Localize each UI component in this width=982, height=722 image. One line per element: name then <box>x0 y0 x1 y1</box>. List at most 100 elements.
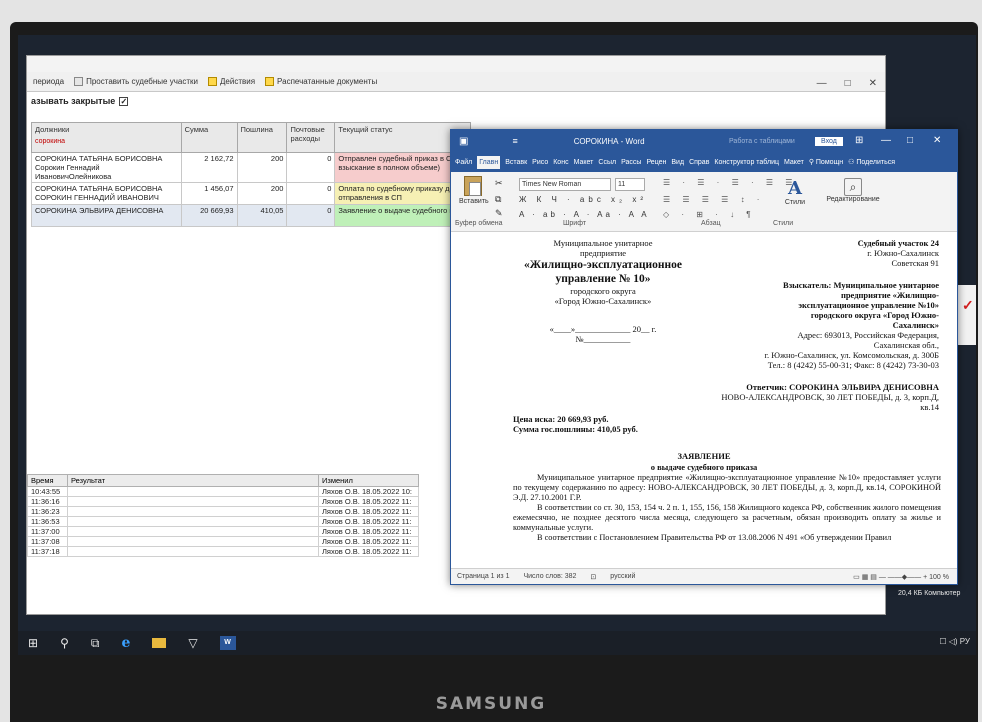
close-button[interactable]: ✕ <box>869 78 877 89</box>
word-status-bar: Страница 1 из 1 Число слов: 382 ⊡ русски… <box>451 568 957 584</box>
document-page[interactable]: Муниципальное унитарное предприятие «Жил… <box>451 232 957 568</box>
word-taskbar-icon[interactable]: W <box>219 636 236 650</box>
save-icon[interactable]: ▣ <box>459 136 468 147</box>
font-color-buttons[interactable]: A · ab · A · Aa · A A <box>519 210 650 219</box>
align-buttons[interactable]: ☰ ☰ ☰ ☰ ↕ · <box>663 195 764 204</box>
login-button[interactable]: Вход <box>815 136 843 146</box>
tab-table-design[interactable]: Конструктор таблиц <box>714 159 779 166</box>
tab-layout[interactable]: Макет <box>574 159 594 166</box>
tab-view[interactable]: Вид <box>671 159 684 166</box>
tab-file[interactable]: Файл <box>455 159 472 166</box>
col-debtors[interactable]: Должники сорокина <box>31 122 182 153</box>
styles-group-label: Стили <box>773 220 794 227</box>
grid-icon <box>74 77 84 86</box>
copy-icon[interactable]: ⧉ <box>495 194 501 205</box>
history-log-table: Время Результат Изменил 10:43:55 Ляхов О.… <box>27 474 420 557</box>
menu-actions[interactable]: Действия <box>207 77 255 86</box>
col-postal[interactable]: Почтовые расходы <box>286 122 336 153</box>
document-body: Муниципальное унитарное предприятие «Жил… <box>513 473 941 542</box>
tab-tell-me[interactable]: ⚲ Помощн <box>809 158 843 166</box>
table-row[interactable]: 11:37:00 Ляхов О.В. 18.05.2022 11: <box>27 526 420 537</box>
language[interactable]: русский <box>610 573 635 580</box>
app-menu-bar: периода Проставить судебные участки Дейс… <box>27 72 885 92</box>
table-row[interactable]: 11:36:53 Ляхов О.В. 18.05.2022 11: <box>27 516 420 527</box>
show-closed-toggle[interactable]: азывать закрытые ✓ <box>27 92 885 110</box>
word-title-bar: ▣ ≡ СОРОКИНА - Word Работа с таблицами В… <box>451 130 957 152</box>
table-row[interactable]: 10:43:55 Ляхов О.В. 18.05.2022 10: <box>27 486 420 497</box>
recipient-block: Судебный участок 24 г. Южно-Сахалинск Со… <box>721 238 939 412</box>
styles-button[interactable]: A Стили <box>775 178 815 206</box>
monitor: периода Проставить судебные участки Дейс… <box>0 0 982 722</box>
table-row[interactable]: СОРОКИНА ТАТЬЯНА БОРИСОВНА Сорокин Геннад… <box>31 152 471 183</box>
search-icon[interactable]: ⚲ <box>60 636 69 650</box>
ribbon-tabs: Файл Главн Вставк Рисо Конс Макет Ссыл Р… <box>451 152 957 172</box>
tab-share[interactable]: ⚇ Поделиться <box>848 158 895 166</box>
system-tray[interactable]: ☐ ◁) РУ <box>939 637 970 646</box>
col-time[interactable]: Время <box>27 474 68 487</box>
menu-court-areas[interactable]: Проставить судебные участки <box>74 77 198 86</box>
col-changed[interactable]: Изменил <box>317 474 420 487</box>
app-icon[interactable]: ▽ <box>188 636 197 650</box>
document-title: СОРОКИНА - Word <box>573 136 645 146</box>
table-row[interactable]: 11:36:16 Ляхов О.В. 18.05.2022 11: <box>27 496 420 507</box>
font-name-select[interactable]: Times New Roman <box>519 178 611 191</box>
styles-icon: A <box>788 178 802 199</box>
table-row[interactable]: 11:37:08 Ляхов О.В. 18.05.2022 11: <box>27 536 420 547</box>
menu-period[interactable]: периода <box>33 77 64 86</box>
proofing-icon[interactable]: ⊡ <box>590 573 596 581</box>
task-view-icon[interactable]: ⧉ <box>91 636 100 651</box>
debtors-table: Должники сорокина Сумма Пошлина Почтовые … <box>31 122 471 227</box>
col-sum[interactable]: Сумма <box>180 122 238 153</box>
font-group-label: Шрифт <box>563 220 587 227</box>
minimize-button[interactable]: — <box>881 135 891 146</box>
sender-block: Муниципальное унитарное предприятие «Жил… <box>524 238 682 344</box>
font-size-select[interactable]: 11 <box>615 178 645 191</box>
ribbon-display-icon[interactable]: ⊞ <box>855 135 863 146</box>
tab-home[interactable]: Главн <box>477 155 501 169</box>
paste-button[interactable]: Вставить <box>459 176 489 216</box>
maximize-button[interactable]: □ <box>907 135 913 146</box>
debtor-filter[interactable]: сорокина <box>35 138 178 145</box>
document-heading: ЗАЯВЛЕНИЕ о выдаче судебного приказа <box>650 451 758 472</box>
format-painter-icon[interactable]: ✎ <box>495 208 503 219</box>
table-row[interactable]: 11:37:18 Ляхов О.В. 18.05.2022 11: <box>27 546 420 557</box>
tab-help[interactable]: Справ <box>689 159 709 166</box>
table-row-selected[interactable]: СОРОКИНА ЭЛЬВИРА ДЕНИСОВНА 20 669,93 410… <box>31 204 471 227</box>
paragraph-group-label: Абзац <box>701 220 721 227</box>
cut-icon[interactable]: ✂ <box>495 178 503 189</box>
menu-printed-docs[interactable]: Распечатанные документы <box>265 77 377 86</box>
tab-review[interactable]: Рецен <box>646 159 666 166</box>
col-result[interactable]: Результат <box>66 474 319 487</box>
app-window-controls: — □ ✕ <box>817 78 877 89</box>
col-duty[interactable]: Пошлина <box>236 122 288 153</box>
table-row[interactable]: 11:36:23 Ляхов О.В. 18.05.2022 11: <box>27 506 420 517</box>
tab-mailings[interactable]: Рассы <box>621 159 641 166</box>
table-row[interactable]: СОРОКИНА ТАТЬЯНА БОРИСОВНА СОРОКИН ГЕННАД… <box>31 182 471 205</box>
word-count[interactable]: Число слов: 382 <box>523 573 576 580</box>
page-count[interactable]: Страница 1 из 1 <box>457 573 509 580</box>
folder-icon <box>265 77 275 86</box>
monitor-brand-logo: SAMSUNG <box>435 694 547 714</box>
font-format-buttons[interactable]: Ж К Ч · abc x₂ x² <box>519 195 647 204</box>
tab-draw[interactable]: Рисо <box>532 159 548 166</box>
quick-access-icon[interactable]: ≡ <box>512 136 517 146</box>
folder-icon <box>207 77 217 86</box>
show-closed-checkbox[interactable]: ✓ <box>119 96 129 106</box>
tab-insert[interactable]: Вставк <box>505 159 527 166</box>
table-tools-label: Работа с таблицами <box>729 137 795 145</box>
paragraph-buttons[interactable]: ◇ · ⊞ · ↓ ¶ <box>663 210 756 219</box>
close-button[interactable]: ✕ <box>933 135 941 146</box>
tab-design[interactable]: Конс <box>553 159 568 166</box>
screen: периода Проставить судебные участки Дейс… <box>18 35 976 655</box>
ribbon-home: Вставить ✂ ⧉ ✎ Буфер обмена Times New Ro… <box>451 172 957 232</box>
zoom-control[interactable]: ▭ ▦ ▤ — ——◆—— + 100 % <box>853 573 949 581</box>
windows-start-icon[interactable]: ⊞ <box>28 636 38 650</box>
minimize-button[interactable]: — <box>817 78 827 89</box>
maximize-button[interactable]: □ <box>845 78 851 89</box>
editing-button[interactable]: ⌕ Редактирование <box>823 178 883 203</box>
internet-explorer-icon[interactable]: e <box>121 635 130 651</box>
tab-table-layout[interactable]: Макет <box>784 159 804 166</box>
file-explorer-icon[interactable] <box>152 638 167 648</box>
word-window: ▣ ≡ СОРОКИНА - Word Работа с таблицами В… <box>450 129 958 585</box>
tab-references[interactable]: Ссыл <box>598 159 616 166</box>
